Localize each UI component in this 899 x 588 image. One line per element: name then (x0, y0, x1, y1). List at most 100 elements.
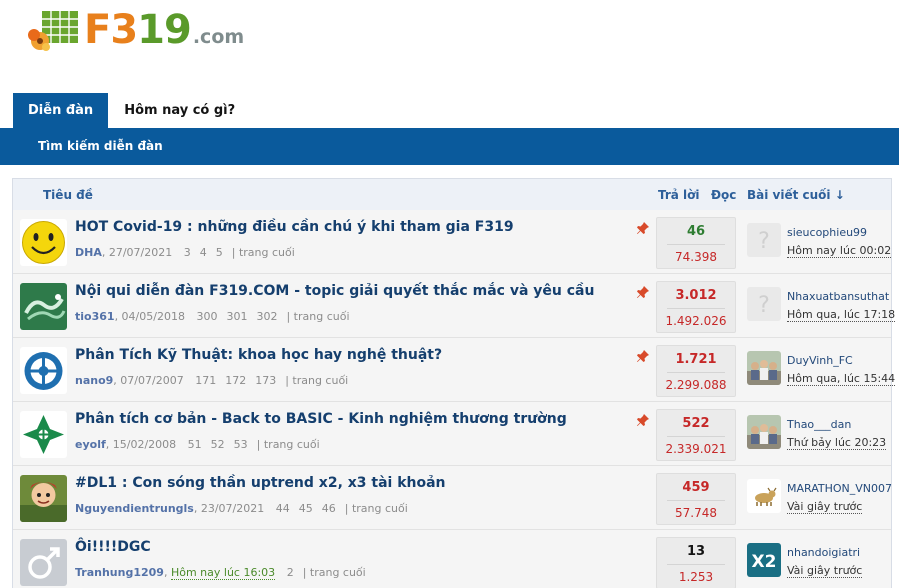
page-link[interactable]: 45 (299, 502, 313, 515)
thread-title[interactable]: Phân Tích Kỹ Thuật: khoa học hay nghệ th… (75, 347, 442, 363)
thread-row[interactable]: #DL1 : Con sóng thần uptrend x2, x3 tài … (13, 466, 892, 530)
last-post-time[interactable]: Vài giây trước (787, 564, 863, 578)
reply-count: 459 (682, 480, 710, 495)
logo-letter-f: F (84, 7, 111, 53)
thread-author[interactable]: eyolf (75, 438, 106, 451)
thread-title[interactable]: Nội qui diễn đàn F319.COM - topic giải q… (75, 283, 594, 299)
stats-divider (667, 564, 725, 565)
last-post-time[interactable]: Thứ bảy lúc 20:23 (787, 436, 887, 450)
stats-divider (667, 372, 725, 373)
group-photo-icon[interactable] (747, 415, 781, 449)
thread-title[interactable]: Ôi!!!!DGC (75, 539, 151, 555)
page-link[interactable]: 302 (256, 310, 277, 323)
last-page-link[interactable]: | trang cuối (303, 566, 366, 579)
last-poster[interactable]: sieucophieu99 (787, 226, 867, 239)
last-page-link[interactable]: | trang cuối (257, 438, 320, 451)
thread-row[interactable]: Phân tích cơ bản - Back to BASIC - Kinh … (13, 402, 891, 466)
smiley-icon[interactable] (20, 219, 67, 266)
thread-author[interactable]: Tranhung1209 (75, 566, 164, 579)
last-page-link[interactable]: | trang cuối (286, 310, 349, 323)
last-post-time[interactable]: Hôm qua, lúc 15:44 (787, 372, 896, 386)
last-poster[interactable]: nhandoigiatri (787, 546, 860, 559)
reply-count: 3.012 (675, 288, 717, 303)
tab-whats-new[interactable]: Hôm nay có gì? (108, 93, 250, 129)
page-links: 171 172 173 (195, 374, 285, 387)
thread-title[interactable]: Phân tích cơ bản - Back to BASIC - Kinh … (75, 411, 567, 427)
page-link[interactable]: 2 (287, 566, 294, 579)
header-replies[interactable]: Trả lời (658, 188, 700, 202)
page-link[interactable]: 173 (255, 374, 276, 387)
reply-count: 522 (682, 416, 710, 431)
thread-meta: tio361, 04/05/2018 300 301 302 | trang cuối (75, 310, 350, 323)
pin-icon (636, 221, 650, 235)
thread-row[interactable]: Phân Tích Kỹ Thuật: khoa học hay nghệ th… (13, 338, 896, 402)
thread-list: Tiêu đề Trả lời Đọc Bài viết cuối ↓ HOT … (12, 178, 896, 588)
thread-stats: 1.721 2.299.088 (656, 345, 736, 397)
thread-stats: 522 2.339.021 (656, 409, 736, 461)
tab-forums[interactable]: Diễn đàn (13, 93, 109, 129)
bull-icon[interactable] (747, 479, 781, 513)
thread-row[interactable]: Ôi!!!!DGC Tranhung1209, Hôm nay lúc 16:0… (13, 530, 891, 588)
page-link[interactable]: 46 (322, 502, 336, 515)
thread-meta: DHA, 27/07/2021 3 4 5 | trang cuối (75, 246, 295, 259)
page-link[interactable]: 3 (184, 246, 191, 259)
thread-author[interactable]: DHA (75, 246, 102, 259)
group-photo-icon[interactable] (747, 351, 781, 385)
page-link[interactable]: 171 (195, 374, 216, 387)
default-avatar-icon[interactable]: ? (747, 223, 781, 257)
site-logo[interactable]: F319 .com (28, 8, 244, 52)
last-poster[interactable]: Nhaxuatbansuthat (787, 290, 889, 303)
logo-digit-3: 3 (110, 7, 138, 53)
last-poster[interactable]: MARATHON_VN007 (787, 482, 892, 495)
page-link[interactable]: 44 (276, 502, 290, 515)
thread-stats: 459 57.748 (656, 473, 736, 525)
last-poster[interactable]: Thao___dan (787, 418, 851, 431)
thread-title[interactable]: HOT Covid-19 : những điều cần chú ý khi … (75, 219, 514, 235)
cartoon-avatar-icon[interactable] (20, 475, 67, 522)
last-page-link[interactable]: | trang cuối (232, 246, 295, 259)
stats-divider (667, 308, 725, 309)
last-page-link[interactable]: | trang cuối (345, 502, 408, 515)
thread-author[interactable]: nano9 (75, 374, 113, 387)
thread-start-date: , 15/02/2008 (105, 438, 177, 451)
last-post-time[interactable]: Hôm qua, lúc 17:18 (787, 308, 896, 322)
page-link[interactable]: 301 (226, 310, 247, 323)
search-forums-link[interactable]: Tìm kiếm diễn đàn (38, 128, 163, 165)
page-link[interactable]: 300 (196, 310, 217, 323)
reply-count: 46 (686, 224, 706, 239)
page-link[interactable]: 5 (216, 246, 223, 259)
page-link[interactable]: 51 (188, 438, 202, 451)
thread-start-date[interactable]: Hôm nay lúc 16:03 (170, 566, 276, 580)
thread-row[interactable]: Nội qui diễn đàn F319.COM - topic giải q… (13, 274, 896, 338)
thread-start-date: , 23/07/2021 (193, 502, 265, 515)
dragon-icon[interactable] (20, 283, 67, 330)
thread-title[interactable]: #DL1 : Con sóng thần uptrend x2, x3 tài … (75, 475, 446, 491)
page-link[interactable]: 53 (234, 438, 248, 451)
page-link[interactable]: 4 (200, 246, 207, 259)
view-count: 1.492.026 (665, 314, 727, 328)
bank-logo-icon[interactable] (20, 347, 67, 394)
leaf-logo-icon[interactable] (20, 411, 67, 458)
male-symbol-icon[interactable] (20, 539, 67, 586)
logo-digits-19: 19 (137, 7, 192, 53)
header-title[interactable]: Tiêu đề (43, 188, 93, 202)
logo-dotcom: .com (192, 26, 245, 48)
thread-author[interactable]: tio361 (75, 310, 115, 323)
last-post-time[interactable]: Hôm nay lúc 00:02 (787, 244, 892, 258)
view-count: 2.339.021 (665, 442, 727, 456)
thread-row[interactable]: HOT Covid-19 : những điều cần chú ý khi … (13, 210, 892, 274)
default-avatar-icon[interactable]: ? (747, 287, 781, 321)
header-views[interactable]: Đọc (711, 188, 736, 202)
x2-logo-icon[interactable]: X2 (747, 543, 781, 577)
page-link[interactable]: 52 (211, 438, 225, 451)
reply-count: 1.721 (675, 352, 717, 367)
last-poster[interactable]: DuyVinh_FC (787, 354, 853, 367)
last-post-time[interactable]: Vài giây trước (787, 500, 863, 514)
view-count: 57.748 (675, 506, 717, 520)
thread-author[interactable]: Nguyendientrungls (75, 502, 194, 515)
page-links: 2 (287, 566, 303, 579)
page-link[interactable]: 172 (225, 374, 246, 387)
last-page-link[interactable]: | trang cuối (285, 374, 348, 387)
reply-count: 13 (686, 544, 706, 559)
header-last-post[interactable]: Bài viết cuối ↓ (747, 188, 845, 202)
